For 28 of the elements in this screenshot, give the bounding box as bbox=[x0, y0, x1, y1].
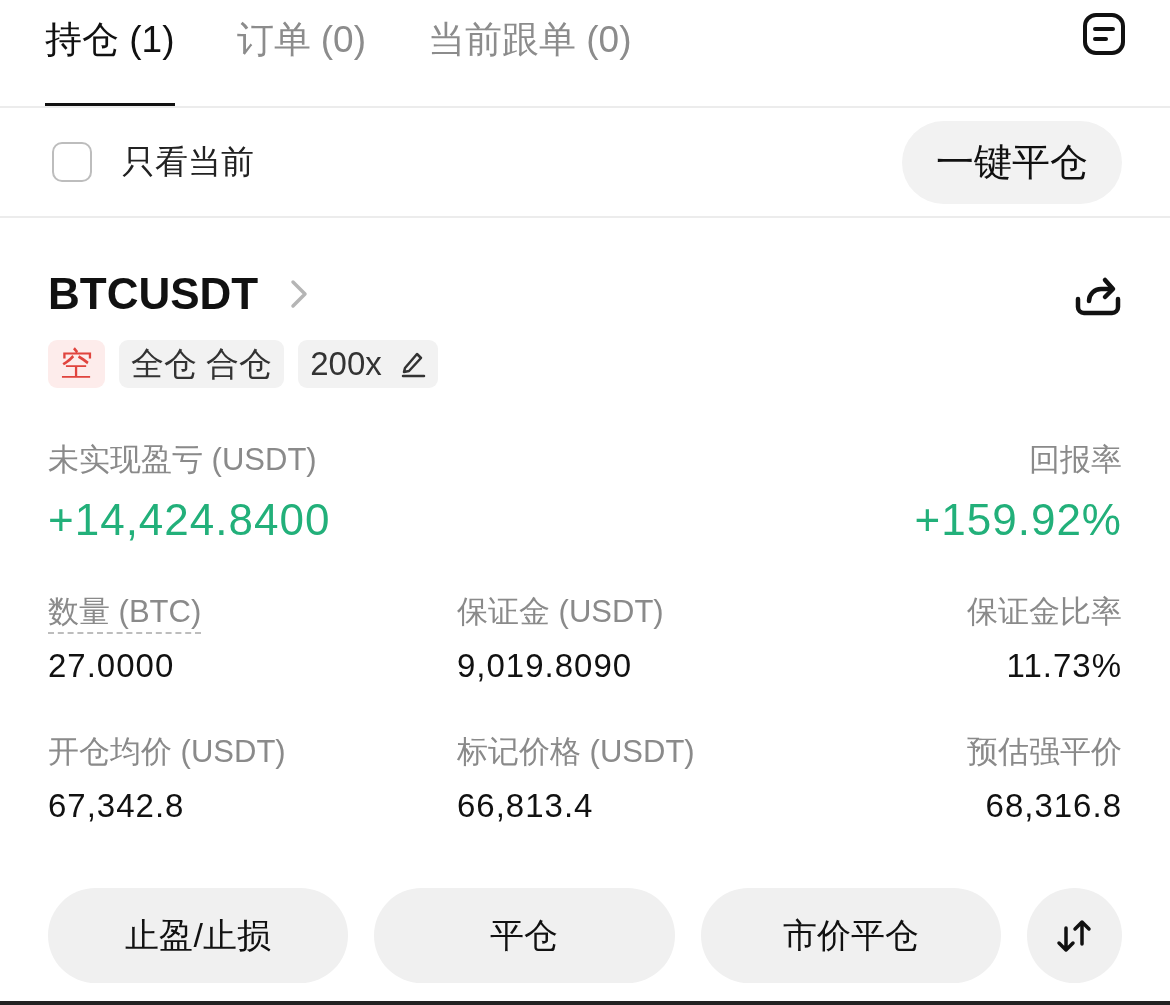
symbol-title[interactable]: BTCUSDT bbox=[48, 269, 259, 319]
roe-value: +159.92% bbox=[914, 494, 1122, 546]
side-tag: 空 bbox=[48, 340, 105, 388]
pnl-value: +14,424.8400 bbox=[48, 494, 331, 546]
stat-value: 11.73% bbox=[1006, 646, 1122, 686]
stat-value: 66,813.4 bbox=[457, 786, 594, 826]
close-all-button[interactable]: 一键平仓 bbox=[902, 120, 1122, 204]
filter-label[interactable]: 只看当前 bbox=[122, 139, 254, 185]
mode-tag: 全仓 合仓 bbox=[119, 340, 285, 388]
stat-value: 27.0000 bbox=[48, 646, 175, 686]
stat-label: 预估强平价 bbox=[967, 733, 1122, 771]
stat-value: 68,316.8 bbox=[985, 786, 1122, 826]
stat-label: 开仓均价 (USDT) bbox=[48, 733, 286, 771]
pencil-icon[interactable] bbox=[399, 350, 426, 378]
stat-label: 标记价格 (USDT) bbox=[457, 733, 695, 771]
action-button[interactable]: 市价平仓 bbox=[700, 888, 1001, 983]
roe-label: 回报率 bbox=[1029, 441, 1122, 479]
action-button[interactable]: 平仓 bbox=[374, 888, 675, 983]
stat-value: 9,019.8090 bbox=[457, 646, 633, 686]
pnl-label: 未实现盈亏 (USDT) bbox=[48, 441, 317, 479]
action-button[interactable]: 止盈/止损 bbox=[48, 888, 349, 983]
notes-icon[interactable] bbox=[1082, 12, 1126, 56]
mode-tag[interactable]: 200x bbox=[298, 340, 438, 388]
stat-value: 67,342.8 bbox=[48, 786, 185, 826]
tab[interactable]: 持仓 (1) bbox=[45, 0, 175, 106]
checkbox[interactable] bbox=[52, 142, 92, 182]
stat-label: 保证金 (USDT) bbox=[457, 593, 664, 631]
stat-label: 保证金比率 bbox=[967, 593, 1122, 631]
